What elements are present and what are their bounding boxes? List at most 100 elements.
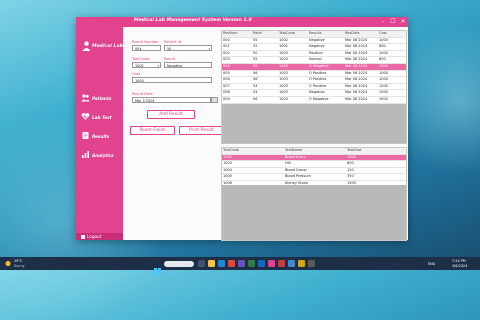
table-cell: Mar 06 2024 (344, 70, 378, 78)
cost-input[interactable]: 1000 (132, 77, 212, 83)
minimize-button[interactable]: – (378, 17, 388, 27)
sidebar-item-lab-test[interactable]: Lab Test (81, 112, 121, 121)
table-cell: 1004 (222, 167, 284, 175)
table-row[interactable]: 007 54 1003 O Positive Mar 06 2024 1000 (222, 83, 406, 91)
table-cell: 50 (252, 50, 278, 58)
medical-lab-app-icon[interactable] (268, 260, 275, 267)
table-cell: 120 (346, 167, 406, 175)
table-cell: 1000 (378, 50, 406, 58)
table-row[interactable]: 1004 Blood Group 120 (222, 167, 406, 175)
edge-icon[interactable] (218, 260, 225, 267)
close-button[interactable]: ✕ (398, 17, 408, 27)
table-cell: 1003 (278, 76, 308, 84)
excel-icon[interactable] (248, 260, 255, 267)
test-code-label: Test Code (132, 57, 150, 61)
result-date-picker[interactable]: Mar 3 2024 (132, 97, 211, 103)
table-cell: Mar 06 2024 (344, 83, 378, 91)
tests-table: TestCode TestName TestCost 1002 Blood Exam 1… (222, 148, 406, 188)
add-result-button[interactable]: Add Result (147, 110, 195, 119)
patient-id-value: 50 (167, 47, 172, 51)
table-cell: Mar 06 2024 (344, 37, 378, 45)
logout-label: Logout (87, 234, 102, 239)
folder-icon[interactable] (298, 260, 305, 267)
sidebar-item-label: Patients (92, 96, 112, 101)
table-row[interactable]: 003 55 1003 Normal Mar 06 2024 600 (222, 56, 406, 64)
table-row[interactable]: 009 56 1003 O Negative Mar 06 2024 1000 (222, 96, 406, 104)
table-row[interactable]: 000 55 1002 Negative Mar 06 2024 1000 (222, 37, 406, 45)
logout-icon (81, 234, 85, 239)
table-cell: 004 (222, 63, 252, 71)
table-cell: 007 (222, 83, 252, 91)
table-row[interactable]: 004 50 1003 O Negative Mar 06 2024 1000 (222, 63, 406, 71)
table-cell: HIV (284, 160, 346, 168)
reset-fields-button[interactable]: Reset Fields (130, 126, 175, 135)
store-icon[interactable] (258, 260, 265, 267)
windows-start-icon[interactable] (154, 260, 161, 275)
result-input[interactable]: Negative (164, 62, 212, 68)
results-grid[interactable]: ResNum PatId TestCode Results ResDate Cost 00… (221, 30, 407, 144)
cost-label: Cost (132, 72, 140, 76)
table-cell: 1003 (278, 63, 308, 71)
table-cell: 1003 (278, 56, 308, 64)
table-cell: Mar 06 2024 (344, 63, 378, 71)
table-cell: 1000 (378, 76, 406, 84)
test-code-select[interactable]: 1002 ▾ (132, 62, 161, 68)
print-result-button[interactable]: Print Result (179, 126, 224, 135)
heart-pulse-icon (81, 113, 90, 120)
chevron-down-icon: ▾ (208, 47, 210, 51)
sidebar-item-patients[interactable]: Patients (81, 93, 121, 102)
table-cell: Blood Exam (284, 154, 346, 162)
language-indicator[interactable]: ENG (428, 262, 435, 266)
result-label: Result (164, 57, 176, 61)
result-number-input[interactable]: 004 (132, 45, 161, 51)
table-cell: 000 (222, 37, 252, 45)
table-cell: 600 (346, 160, 406, 168)
terminal-icon[interactable] (308, 260, 315, 267)
calendar-icon[interactable] (211, 97, 218, 103)
table-cell: 50 (252, 63, 278, 71)
table-row[interactable]: 002 50 1003 Positive Mar 06 2024 1000 (222, 50, 406, 58)
tests-grid[interactable]: TestCode TestName TestCost 1002 Blood Exam 1… (221, 147, 407, 241)
app-window: Medical Lab Management System Version 1.… (76, 17, 408, 241)
taskbar-search-box[interactable] (164, 260, 194, 267)
table-cell: 350 (346, 173, 406, 181)
title-bar[interactable]: Medical Lab Management System Version 1.… (76, 17, 408, 27)
visual-studio-icon[interactable] (238, 260, 245, 267)
table-cell: 001 (222, 43, 252, 51)
table-cell: 003 (222, 56, 252, 64)
table-cell: Mar 06 2024 (344, 89, 378, 97)
table-cell: 002 (222, 50, 252, 58)
table-row[interactable]: 1005 Blood Pressure 350 (222, 173, 406, 181)
table-row[interactable]: 005 56 1003 O Positive Mar 06 2024 1000 (222, 70, 406, 78)
sidebar-item-analytics[interactable]: Analytics (81, 150, 121, 159)
table-cell: 1003 (278, 89, 308, 97)
table-row[interactable]: 001 55 1002 Negative Mar 06 2024 600 (222, 43, 406, 51)
table-cell: 56 (252, 70, 278, 78)
file-explorer-icon[interactable] (208, 260, 215, 267)
patient-id-select[interactable]: 50 ▾ (164, 45, 212, 51)
table-row[interactable]: 1002 Blood Exam 1000 (222, 154, 406, 162)
task-view-icon[interactable] (198, 260, 205, 267)
table-cell: Negative (308, 89, 344, 97)
sidebar-item-results[interactable]: Results (81, 131, 121, 140)
office-icon[interactable] (228, 260, 235, 267)
table-cell: 008 (222, 89, 252, 97)
maximize-button[interactable]: ☐ (388, 17, 398, 27)
chevron-down-icon: ▾ (157, 64, 159, 68)
sidebar-item-label: Results (92, 134, 110, 139)
weather-temp: 29°C (14, 259, 23, 263)
table-cell: Mar 06 2024 (344, 96, 378, 104)
table-row[interactable]: 008 54 1003 Negative Mar 06 2024 1000 (222, 89, 406, 97)
test-code-value: 1002 (135, 64, 144, 68)
clock-date[interactable]: 3/6/2024 (452, 264, 467, 268)
table-cell: 1002 (278, 43, 308, 51)
table-row[interactable]: 1003 HIV 600 (222, 160, 406, 168)
table-cell: Mar 06 2024 (344, 50, 378, 58)
grid-empty-area (222, 185, 406, 240)
clock-time[interactable]: 7:24 PM (452, 259, 466, 263)
settings-app-icon[interactable] (288, 260, 295, 267)
table-row[interactable]: 006 56 1003 O Positive Mar 06 2024 1000 (222, 76, 406, 84)
media-icon[interactable] (278, 260, 285, 267)
logout-button[interactable]: Logout (76, 233, 123, 240)
table-cell: 55 (252, 43, 278, 51)
